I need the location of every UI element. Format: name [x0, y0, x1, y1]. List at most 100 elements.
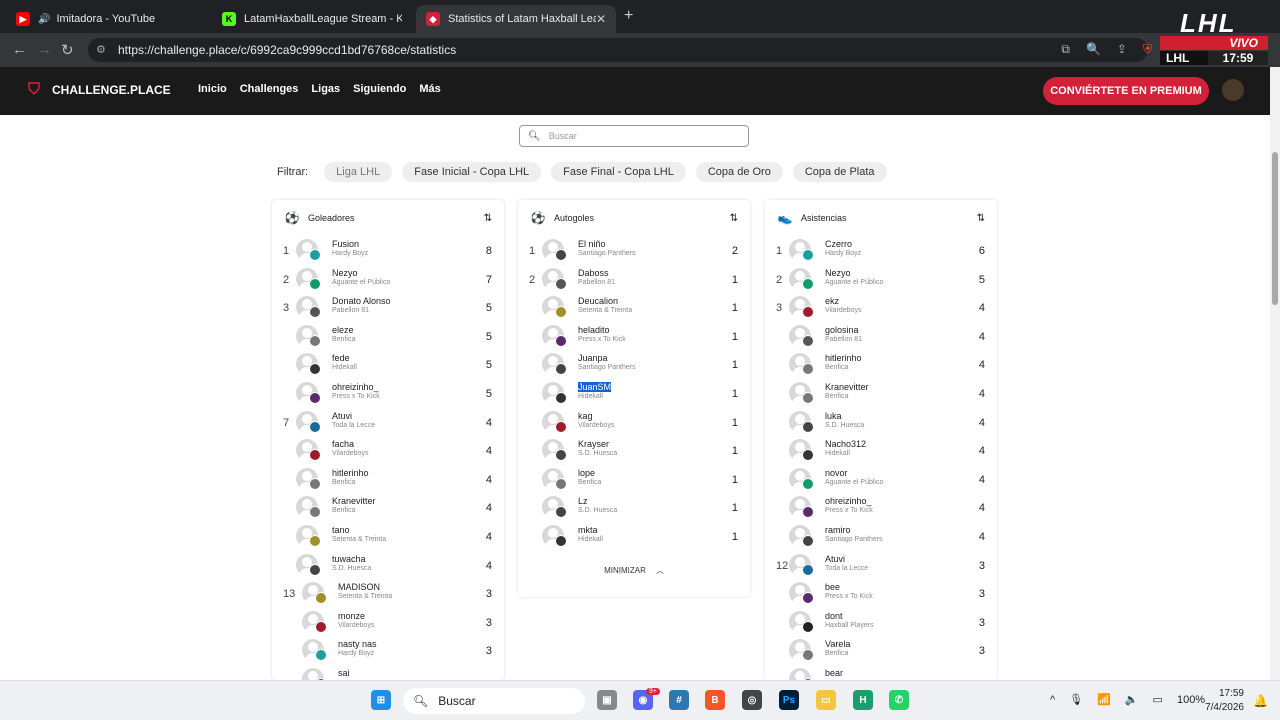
volume-icon[interactable]: 🔈	[1125, 693, 1139, 706]
player-row[interactable]: dont Haxball Players 3	[765, 608, 997, 637]
player-row[interactable]: luka S.D. Huesca 4	[765, 408, 997, 437]
player-name[interactable]: Czerro	[825, 239, 852, 249]
player-row[interactable]: Varela Benfica 3	[765, 636, 997, 665]
calculator-icon[interactable]: #	[669, 690, 689, 710]
player-row[interactable]: Krayser S.D. Huesca 1	[518, 436, 750, 465]
whatsapp-icon[interactable]: ✆	[889, 690, 909, 710]
player-name[interactable]: hitlerinho	[332, 468, 369, 478]
player-name[interactable]: eleze	[332, 325, 354, 335]
player-name[interactable]: Lz	[578, 496, 588, 506]
site-info-icon[interactable]: ⚙	[96, 43, 106, 56]
wifi-icon[interactable]: 📶	[1097, 693, 1111, 706]
player-row[interactable]: hitlerinho Benfica 4	[272, 465, 504, 494]
player-name[interactable]: ekz	[825, 296, 839, 306]
filter-chip-copa-plata[interactable]: Copa de Plata	[792, 162, 887, 182]
player-name[interactable]: MADISON	[338, 582, 380, 592]
filter-chip-fase-inicial[interactable]: Fase Inicial - Copa LHL	[402, 162, 542, 182]
player-row[interactable]: eleze Benfica 5	[272, 322, 504, 351]
player-row[interactable]: novor Aguante el Público 4	[765, 465, 997, 494]
player-name[interactable]: bee	[825, 582, 840, 592]
nav-challenges[interactable]: Challenges	[240, 83, 299, 95]
player-row[interactable]: 12 Atuvi Toda la Lecce 3	[765, 551, 997, 580]
player-name[interactable]: Nezyo	[825, 268, 851, 278]
player-row[interactable]: Kranevitter Benfica 4	[765, 379, 997, 408]
player-row[interactable]: Deucalion Setenta & Treinta 1	[518, 293, 750, 322]
player-row[interactable]: kag Vilardeboys 1	[518, 408, 750, 437]
player-row[interactable]: tuwacha S.D. Huesca 4	[272, 551, 504, 580]
filter-chip-copa-oro[interactable]: Copa de Oro	[695, 162, 783, 182]
player-row[interactable]: fede Hidekall 5	[272, 350, 504, 379]
player-name[interactable]: Kranevitter	[332, 496, 376, 506]
player-name[interactable]: kag	[578, 411, 593, 421]
player-row[interactable]: tano Setenta & Treinta 4	[272, 522, 504, 551]
nav-inicio[interactable]: Inicio	[198, 83, 227, 95]
player-row[interactable]: JuanSM Hidekall 1	[518, 379, 750, 408]
player-name[interactable]: ohreizinho_	[825, 496, 872, 506]
brave-icon[interactable]: B	[705, 690, 725, 710]
player-row[interactable]: 13 MADISON Setenta & Treinta 3	[272, 579, 504, 608]
url-field[interactable]: ⚙ https://challenge.place/c/6992ca9c999c…	[88, 38, 1148, 62]
nav-ligas[interactable]: Ligas	[311, 83, 340, 95]
nav-mas[interactable]: Más	[419, 83, 440, 95]
player-row[interactable]: mkta Hidekall 1	[518, 522, 750, 551]
nav-siguiendo[interactable]: Siguiendo	[353, 83, 406, 95]
forward-icon[interactable]: →	[37, 41, 52, 58]
filter-chip-fase-final[interactable]: Fase Final - Copa LHL	[551, 162, 686, 182]
scrollbar-thumb[interactable]	[1272, 152, 1278, 305]
player-row[interactable]: Juanpa Santiago Panthers 1	[518, 350, 750, 379]
player-name[interactable]: bear	[825, 668, 843, 678]
player-name[interactable]: Krayser	[578, 439, 609, 449]
player-name[interactable]: Nezyo	[332, 268, 358, 278]
taskbar-clock[interactable]: 17:59 7/4/2026	[1200, 687, 1244, 715]
player-row[interactable]: ramiro Santiago Panthers 4	[765, 522, 997, 551]
open-external-icon[interactable]: ⧉	[1061, 42, 1070, 57]
player-name[interactable]: Nacho312	[825, 439, 866, 449]
windows-start-icon[interactable]: ⊞	[371, 690, 391, 710]
player-name[interactable]: fede	[332, 353, 350, 363]
player-row[interactable]: 2 Nezyo Aguante el Público 5	[765, 265, 997, 294]
player-row[interactable]: bee Press x To Kick 3	[765, 579, 997, 608]
player-row[interactable]: 1 El niño Santiago Panthers 2	[518, 236, 750, 265]
player-name[interactable]: facha	[332, 439, 354, 449]
zoom-icon[interactable]: 🔍	[1086, 42, 1101, 57]
notifications-icon[interactable]: 🔔	[1253, 694, 1268, 708]
player-row[interactable]: Kranevitter Benfica 4	[272, 493, 504, 522]
photoshop-icon[interactable]: Ps	[779, 690, 799, 710]
user-avatar[interactable]	[1222, 79, 1244, 101]
player-name[interactable]: JuanSM	[578, 381, 612, 392]
player-name[interactable]: El niño	[578, 239, 606, 249]
player-name[interactable]: tano	[332, 525, 350, 535]
task-view-icon[interactable]: ▣	[597, 690, 617, 710]
player-name[interactable]: hitlerinho	[825, 353, 862, 363]
share-icon[interactable]: ⇪	[1117, 42, 1127, 57]
player-row[interactable]: 2 Daboss Pabellon 81 1	[518, 265, 750, 294]
haxball-icon[interactable]: H	[853, 690, 873, 710]
sort-icon[interactable]: ⇅	[977, 213, 985, 224]
reload-icon[interactable]: ↻	[61, 41, 74, 59]
player-name[interactable]: nasty nas	[338, 639, 377, 649]
player-row[interactable]: Lz S.D. Huesca 1	[518, 493, 750, 522]
filter-chip-liga-lhl[interactable]: Liga LHL	[324, 162, 393, 182]
player-name[interactable]: Atuvi	[825, 554, 845, 564]
minimize-button[interactable]: MINIMIZAR ︿	[518, 551, 750, 591]
chevron-up-icon[interactable]: ^	[1050, 694, 1055, 706]
player-row[interactable]: hitlerinho Benfica 4	[765, 350, 997, 379]
page-scrollbar[interactable]	[1270, 67, 1280, 680]
player-name[interactable]: monze	[338, 611, 365, 621]
player-row[interactable]: nasty nas Hardy Boyz 3	[272, 636, 504, 665]
tab-youtube[interactable]: ▶ 🔊 Imitadora - YouTube	[6, 5, 206, 33]
player-row[interactable]: 2 Nezyo Aguante el Público 7	[272, 265, 504, 294]
tab-kick[interactable]: K LatamHaxballLeague Stream - Kick D	[212, 5, 412, 33]
premium-button[interactable]: CONVIÉRTETE EN PREMIUM	[1043, 77, 1209, 105]
player-row[interactable]: Nacho312 Hidekall 4	[765, 436, 997, 465]
player-name[interactable]: Juanpa	[578, 353, 608, 363]
player-name[interactable]: lope	[578, 468, 595, 478]
player-row[interactable]: ohreizinho_ Press x To Kick 4	[765, 493, 997, 522]
player-name[interactable]: Daboss	[578, 268, 609, 278]
obs-icon[interactable]: ◎	[742, 690, 762, 710]
close-tab-icon[interactable]: ✕	[596, 12, 606, 26]
player-row[interactable]: 7 Atuvi Toda la Lecce 4	[272, 408, 504, 437]
player-name[interactable]: Donato Alonso	[332, 296, 391, 306]
player-name[interactable]: novor	[825, 468, 848, 478]
sort-icon[interactable]: ⇅	[484, 213, 492, 224]
